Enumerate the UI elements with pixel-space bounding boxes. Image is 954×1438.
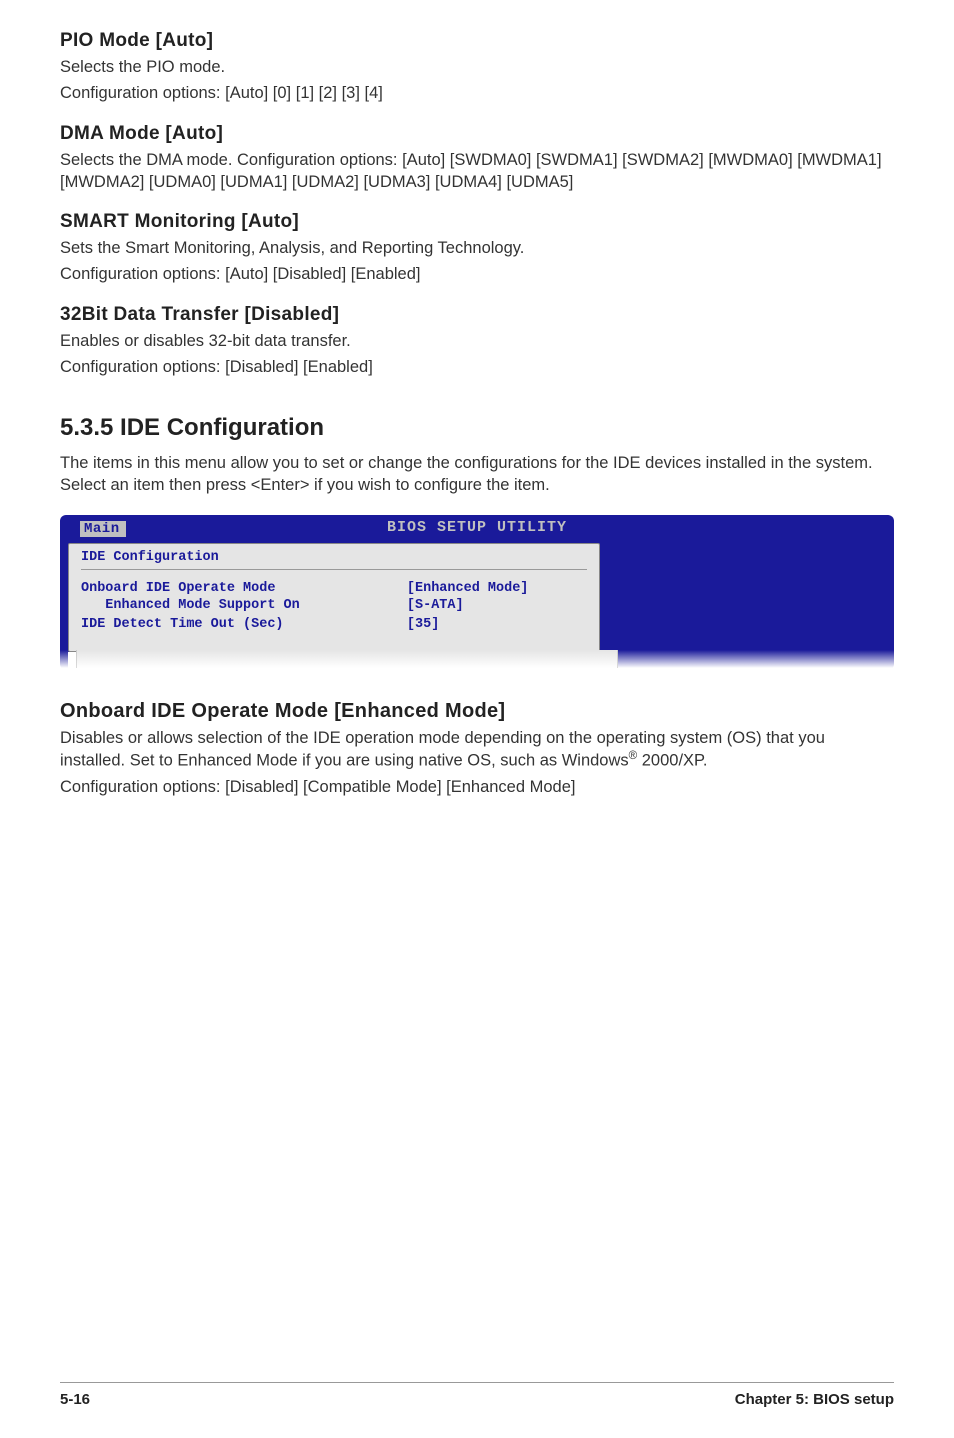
bios-left-panel: IDE Configuration Onboard IDE Operate Mo… [68, 543, 600, 652]
page-footer: 5-16 Chapter 5: BIOS setup [60, 1382, 894, 1408]
bios-row-label: IDE Detect Time Out (Sec) [81, 617, 284, 632]
text-32bit-line1: Enables or disables 32-bit data transfer… [60, 330, 894, 352]
bios-fade [60, 650, 894, 668]
bios-title: BIOS SETUP UTILITY [387, 519, 567, 536]
text-onboard-line2: Configuration options: [Disabled] [Compa… [60, 776, 894, 798]
registered-symbol: ® [629, 750, 638, 762]
text-32bit-line2: Configuration options: [Disabled] [Enabl… [60, 356, 894, 378]
bios-row-label: Onboard IDE Operate Mode [81, 581, 275, 596]
bios-row-value: [35] [407, 617, 587, 632]
text-smart-line2: Configuration options: [Auto] [Disabled]… [60, 263, 894, 285]
footer-chapter: Chapter 5: BIOS setup [735, 1391, 894, 1408]
bios-tab-main: Main [80, 521, 126, 537]
text-onboard-line1: Disables or allows selection of the IDE … [60, 727, 894, 772]
text-dma-line1: Selects the DMA mode. Configuration opti… [60, 149, 894, 194]
bios-right-panel [608, 543, 894, 652]
bios-screenshot: Main BIOS SETUP UTILITY IDE Configuratio… [60, 515, 894, 670]
bios-row-label: Enhanced Mode Support On [81, 598, 300, 613]
heading-dma-mode: DMA Mode [Auto] [60, 123, 894, 145]
heading-pio-mode: PIO Mode [Auto] [60, 30, 894, 52]
bios-row: IDE Detect Time Out (Sec) [35] [81, 616, 587, 633]
heading-onboard-ide: Onboard IDE Operate Mode [Enhanced Mode] [60, 700, 894, 723]
text-pio-line1: Selects the PIO mode. [60, 56, 894, 78]
text-onboard-prefix: Disables or allows selection of the IDE … [60, 729, 825, 770]
bios-body: IDE Configuration Onboard IDE Operate Mo… [60, 543, 894, 652]
text-smart-line1: Sets the Smart Monitoring, Analysis, and… [60, 237, 894, 259]
heading-ide-configuration: 5.3.5 IDE Configuration [60, 414, 894, 442]
bios-row-value: [S-ATA] [407, 598, 587, 613]
heading-32bit-transfer: 32Bit Data Transfer [Disabled] [60, 304, 894, 326]
text-ideconfig-body: The items in this menu allow you to set … [60, 452, 894, 497]
bios-row: Onboard IDE Operate Mode [Enhanced Mode] [81, 580, 587, 597]
footer-page-number: 5-16 [60, 1391, 90, 1408]
bios-panel-title: IDE Configuration [81, 550, 587, 570]
bios-row: Enhanced Mode Support On [S-ATA] [81, 597, 587, 614]
text-onboard-suffix: 2000/XP. [637, 751, 707, 769]
heading-smart-monitoring: SMART Monitoring [Auto] [60, 211, 894, 233]
bios-row-value: [Enhanced Mode] [407, 581, 587, 596]
text-pio-line2: Configuration options: [Auto] [0] [1] [2… [60, 82, 894, 104]
bios-header: Main BIOS SETUP UTILITY [60, 515, 894, 543]
